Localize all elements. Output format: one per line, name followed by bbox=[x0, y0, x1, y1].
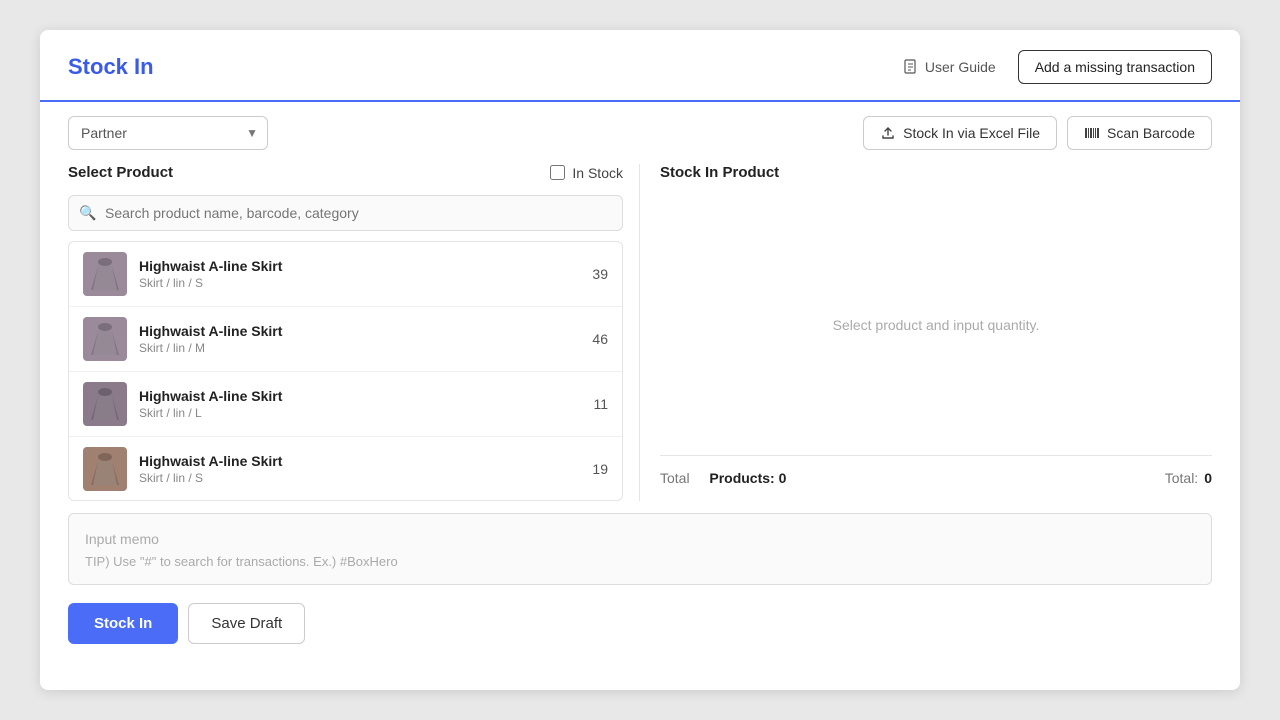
product-qty: 46 bbox=[592, 331, 608, 347]
right-panel-header: Stock In Product bbox=[660, 164, 1212, 181]
product-info: Highwaist A-line Skirt Skirt / lin / M bbox=[139, 323, 582, 355]
header-actions: User Guide Add a missing transaction bbox=[893, 50, 1212, 84]
search-icon: 🔍 bbox=[79, 205, 96, 222]
toolbar: Partner ▼ Stock In via Excel File bbox=[40, 102, 1240, 164]
product-thumbnail bbox=[83, 317, 127, 361]
right-panel: Stock In Product Select product and inpu… bbox=[640, 164, 1212, 501]
empty-message: Select product and input quantity. bbox=[833, 317, 1040, 333]
in-stock-checkbox[interactable] bbox=[550, 165, 565, 180]
stock-in-excel-button[interactable]: Stock In via Excel File bbox=[863, 116, 1057, 150]
barcode-icon bbox=[1084, 125, 1100, 141]
book-icon bbox=[903, 59, 919, 75]
memo-section: Input memo TIP) Use "#" to search for tr… bbox=[40, 513, 1240, 585]
stock-in-button[interactable]: Stock In bbox=[68, 603, 178, 644]
save-draft-button[interactable]: Save Draft bbox=[188, 603, 305, 644]
product-name: Highwaist A-line Skirt bbox=[139, 453, 582, 469]
product-thumbnail bbox=[83, 447, 127, 491]
products-count-label: Products: 0 bbox=[709, 470, 786, 486]
list-item[interactable]: Highwaist A-line Skirt Skirt / lin / S 19 bbox=[69, 437, 622, 501]
total-section: Total Products: 0 bbox=[660, 470, 786, 486]
scan-barcode-label: Scan Barcode bbox=[1107, 125, 1195, 141]
search-input[interactable] bbox=[68, 195, 623, 231]
memo-placeholder: Input memo bbox=[85, 528, 1195, 550]
product-qty: 19 bbox=[592, 461, 608, 477]
total-amount-section: Total: 0 bbox=[1165, 470, 1212, 486]
left-panel: Select Product In Stock 🔍 Highwaist A-li… bbox=[68, 164, 640, 501]
product-qty: 11 bbox=[593, 396, 608, 412]
in-stock-text: In Stock bbox=[572, 165, 623, 181]
user-guide-label: User Guide bbox=[925, 59, 996, 75]
stock-in-product-title: Stock In Product bbox=[660, 164, 779, 181]
stock-in-excel-label: Stock In via Excel File bbox=[903, 125, 1040, 141]
search-box: 🔍 bbox=[68, 195, 623, 231]
memo-box[interactable]: Input memo TIP) Use "#" to search for tr… bbox=[68, 513, 1212, 585]
footer-actions: Stock In Save Draft bbox=[40, 585, 1240, 668]
total-amount: 0 bbox=[1204, 470, 1212, 486]
list-item[interactable]: Highwaist A-line Skirt Skirt / lin / L 11 bbox=[69, 372, 622, 437]
products-label: Products: bbox=[709, 470, 774, 486]
select-product-title: Select Product bbox=[68, 164, 173, 181]
product-info: Highwaist A-line Skirt Skirt / lin / S bbox=[139, 453, 582, 485]
total-amount-label: Total: bbox=[1165, 470, 1198, 486]
product-variant: Skirt / lin / L bbox=[139, 406, 583, 420]
product-name: Highwaist A-line Skirt bbox=[139, 323, 582, 339]
products-count: 0 bbox=[779, 470, 787, 486]
in-stock-label[interactable]: In Stock bbox=[550, 165, 623, 181]
add-missing-button[interactable]: Add a missing transaction bbox=[1018, 50, 1212, 84]
product-variant: Skirt / lin / S bbox=[139, 276, 582, 290]
main-content: Select Product In Stock 🔍 Highwaist A-li… bbox=[40, 164, 1240, 501]
product-list: Highwaist A-line SkirtSkirt / lin / S39 … bbox=[68, 241, 623, 501]
product-variant: Skirt / lin / M bbox=[139, 341, 582, 355]
product-thumbnail bbox=[83, 382, 127, 426]
scan-barcode-button[interactable]: Scan Barcode bbox=[1067, 116, 1212, 150]
partner-select-wrapper: Partner ▼ bbox=[68, 116, 268, 150]
upload-icon bbox=[880, 125, 896, 141]
product-name: Highwaist A-line Skirt bbox=[139, 258, 582, 274]
product-variant: Skirt / lin / S bbox=[139, 471, 582, 485]
toolbar-right: Stock In via Excel File Scan Barcode bbox=[863, 116, 1212, 150]
product-info: Highwaist A-line Skirt Skirt / lin / L bbox=[139, 388, 583, 420]
product-info: Highwaist A-line Skirt Skirt / lin / S bbox=[139, 258, 582, 290]
right-panel-empty: Select product and input quantity. bbox=[660, 195, 1212, 455]
page-title: Stock In bbox=[68, 54, 154, 80]
list-item[interactable]: Highwaist A-line Skirt Skirt / lin / M 46 bbox=[69, 307, 622, 372]
app-container: Stock In User Guide Add a missing transa… bbox=[40, 30, 1240, 690]
product-name: Highwaist A-line Skirt bbox=[139, 388, 583, 404]
page-header: Stock In User Guide Add a missing transa… bbox=[40, 30, 1240, 102]
product-qty: 39 bbox=[592, 266, 608, 282]
right-panel-footer: Total Products: 0 Total: 0 bbox=[660, 455, 1212, 500]
partner-dropdown[interactable]: Partner bbox=[68, 116, 268, 150]
memo-tip: TIP) Use "#" to search for transactions.… bbox=[85, 554, 1195, 569]
total-label: Total bbox=[660, 470, 690, 486]
left-panel-header: Select Product In Stock bbox=[68, 164, 623, 181]
list-item[interactable]: Highwaist A-line Skirt Skirt / lin / S 39 bbox=[69, 242, 622, 307]
product-thumbnail bbox=[83, 252, 127, 296]
user-guide-button[interactable]: User Guide bbox=[893, 53, 1006, 81]
